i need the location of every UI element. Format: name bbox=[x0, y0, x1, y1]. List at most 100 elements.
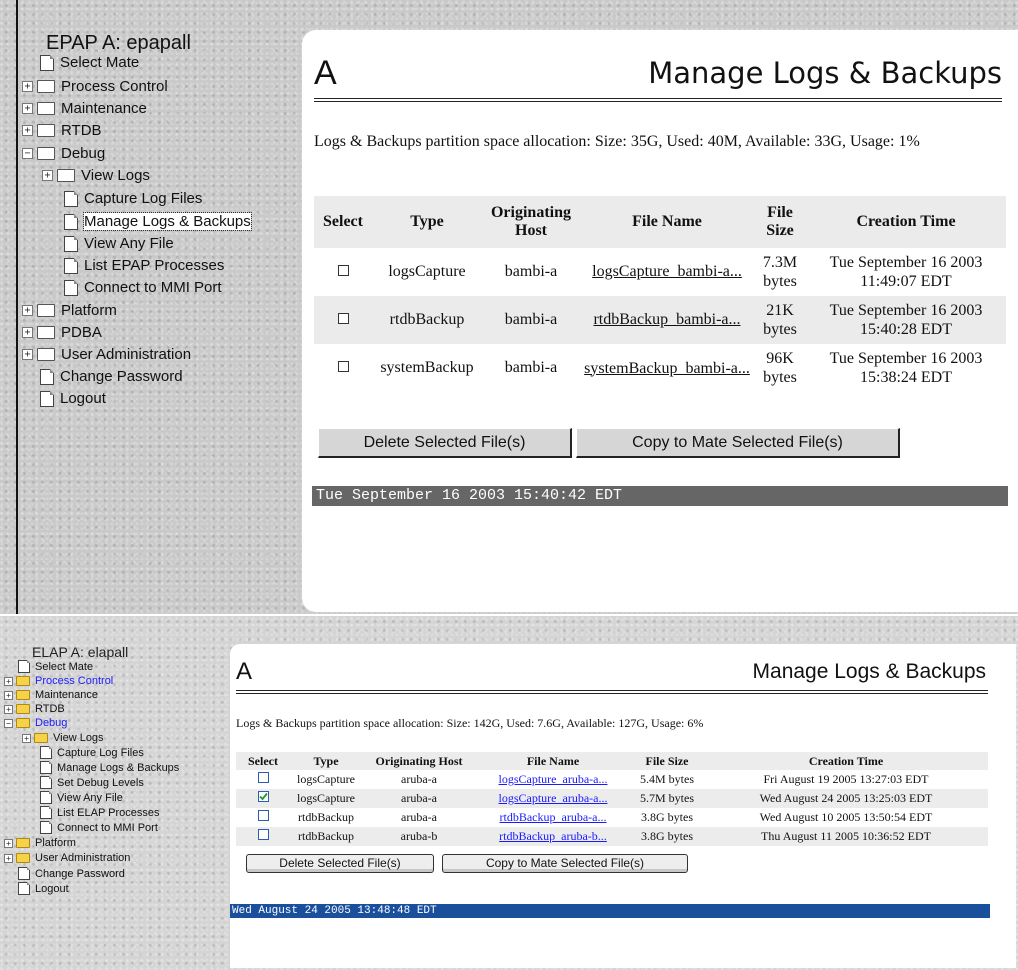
partition-info: Logs & Backups partition space allocatio… bbox=[236, 716, 704, 730]
epap-tree-title: EPAP A: epapall bbox=[46, 32, 191, 54]
delete-selected-button[interactable]: Delete Selected File(s) bbox=[318, 428, 572, 458]
cell-time: Wed August 10 2005 13:50:54 EDT bbox=[759, 810, 933, 824]
col-file-name: File Name bbox=[632, 213, 702, 230]
cell-host: bambi-a bbox=[504, 263, 558, 280]
file-link[interactable]: systemBackup_bambi-a... bbox=[580, 344, 754, 392]
folder-icon bbox=[16, 853, 30, 863]
tree-item-view-any-file[interactable]: View Any File bbox=[64, 235, 174, 252]
tree-item-change-password[interactable]: Change Password bbox=[18, 867, 125, 880]
document-icon bbox=[64, 213, 78, 230]
cell-time: Fri August 19 2005 13:27:03 EDT bbox=[763, 772, 929, 786]
tree-item-list-processes[interactable]: List EPAP Processes bbox=[64, 257, 224, 274]
tree-item-select-mate[interactable]: Select Mate bbox=[18, 660, 93, 673]
tree-item-debug[interactable]: − Debug bbox=[22, 145, 105, 162]
expand-icon[interactable]: + bbox=[4, 838, 13, 848]
select-checkbox[interactable] bbox=[337, 361, 349, 372]
expand-icon[interactable]: + bbox=[4, 704, 13, 714]
table-row: rtdbBackup bambi-a rtdbBackup_bambi-a...… bbox=[314, 296, 1006, 344]
expand-icon[interactable]: + bbox=[22, 327, 33, 338]
delete-selected-button[interactable]: Delete Selected File(s) bbox=[246, 854, 434, 873]
cell-type: logsCapture bbox=[297, 791, 355, 805]
tree-item-logout[interactable]: Logout bbox=[40, 390, 106, 407]
expand-icon[interactable]: + bbox=[22, 81, 33, 92]
table-row: logsCapture bambi-a logsCapture_bambi-a.… bbox=[314, 248, 1006, 296]
epap-content-card: A Manage Logs & Backups Logs & Backups p… bbox=[302, 30, 1018, 612]
tree-item-platform[interactable]: + Platform bbox=[22, 302, 117, 319]
select-checkbox[interactable] bbox=[337, 265, 349, 276]
expand-icon[interactable]: + bbox=[4, 853, 13, 863]
tree-item-platform[interactable]: + Platform bbox=[4, 837, 76, 849]
collapse-icon[interactable]: − bbox=[22, 148, 33, 159]
select-checkbox[interactable] bbox=[257, 772, 269, 783]
tree-item-capture-log-files[interactable]: Capture Log Files bbox=[40, 746, 144, 759]
document-icon bbox=[64, 235, 78, 252]
tree-item-logout[interactable]: Logout bbox=[18, 882, 69, 895]
tree-item-maintenance[interactable]: + Maintenance bbox=[22, 100, 147, 117]
tree-item-list-processes[interactable]: List ELAP Processes bbox=[40, 806, 160, 819]
file-link[interactable]: logsCapture_aruba-a... bbox=[476, 770, 630, 789]
tree-item-rtdb[interactable]: + RTDB bbox=[22, 122, 102, 139]
col-select: Select bbox=[248, 753, 278, 768]
table-header-row: Select Type Originating Host File Name F… bbox=[236, 752, 988, 770]
expand-icon[interactable]: + bbox=[22, 305, 33, 316]
col-creation-time: Creation Time bbox=[856, 213, 956, 230]
server-letter: A bbox=[314, 54, 337, 92]
tree-item-rtdb[interactable]: + RTDB bbox=[4, 703, 65, 715]
server-letter: A bbox=[236, 658, 253, 685]
tree-item-pdba[interactable]: + PDBA bbox=[22, 324, 102, 341]
file-link[interactable]: rtdbBackup_aruba-b... bbox=[476, 827, 630, 846]
folder-icon bbox=[37, 124, 55, 137]
tree-item-user-admin[interactable]: + User Administration bbox=[22, 346, 191, 363]
status-bar: Wed August 24 2005 13:48:48 EDT bbox=[230, 904, 990, 918]
cell-host: aruba-a bbox=[401, 772, 437, 786]
tree-item-change-password[interactable]: Change Password bbox=[40, 368, 183, 385]
partition-info: Logs & Backups partition space allocatio… bbox=[314, 133, 920, 150]
copy-to-mate-button[interactable]: Copy to Mate Selected File(s) bbox=[576, 428, 900, 458]
cell-time: Thu August 11 2005 10:36:52 EDT bbox=[761, 829, 931, 843]
tree-item-process-control[interactable]: + Process Control bbox=[4, 675, 113, 687]
select-checkbox-checked[interactable] bbox=[257, 791, 269, 802]
folder-icon bbox=[37, 304, 55, 317]
epap-screenshot: EPAP A: epapall Select Mate + Process Con… bbox=[0, 0, 1018, 614]
expand-icon[interactable]: + bbox=[4, 676, 13, 686]
file-link[interactable]: logsCapture_bambi-a... bbox=[580, 248, 754, 296]
file-link[interactable]: logsCapture_aruba-a... bbox=[476, 789, 630, 808]
file-link[interactable]: rtdbBackup_bambi-a... bbox=[580, 296, 754, 344]
open-folder-icon bbox=[37, 147, 55, 160]
document-icon bbox=[40, 761, 52, 774]
file-link[interactable]: rtdbBackup_aruba-a... bbox=[476, 808, 630, 827]
expand-icon[interactable]: + bbox=[22, 103, 33, 114]
tree-item-process-control[interactable]: + Process Control bbox=[22, 78, 168, 95]
expand-icon[interactable]: + bbox=[22, 125, 33, 136]
tree-item-user-admin[interactable]: + User Administration bbox=[4, 852, 130, 864]
tree-item-select-mate[interactable]: Select Mate bbox=[40, 54, 139, 71]
select-checkbox[interactable] bbox=[257, 810, 269, 821]
col-file-name: File Name bbox=[526, 753, 580, 768]
col-type: Type bbox=[313, 753, 339, 768]
tree-item-capture-log-files[interactable]: Capture Log Files bbox=[64, 190, 202, 207]
expand-icon[interactable]: + bbox=[22, 733, 31, 743]
select-checkbox[interactable] bbox=[337, 313, 349, 324]
folder-icon bbox=[37, 326, 55, 339]
tree-item-connect-mmi[interactable]: Connect to MMI Port bbox=[64, 279, 222, 296]
tree-item-debug[interactable]: − Debug bbox=[4, 717, 67, 729]
document-icon bbox=[40, 791, 52, 804]
expand-icon[interactable]: + bbox=[22, 349, 33, 360]
tree-item-manage-logs[interactable]: Manage Logs & Backups bbox=[40, 761, 179, 774]
files-table: Select Type Originating Host File Name F… bbox=[314, 196, 1006, 392]
expand-icon[interactable]: + bbox=[4, 690, 13, 700]
cell-time: Tue September 16 2003 11:49:07 EDT bbox=[829, 254, 983, 290]
tree-item-connect-mmi[interactable]: Connect to MMI Port bbox=[40, 821, 158, 834]
tree-item-view-logs[interactable]: + View Logs bbox=[22, 732, 104, 744]
tree-item-view-logs[interactable]: + View Logs bbox=[42, 167, 150, 184]
collapse-icon[interactable]: − bbox=[4, 718, 13, 728]
tree-item-manage-logs[interactable]: Manage Logs & Backups bbox=[64, 212, 252, 231]
tree-item-set-debug-levels[interactable]: Set Debug Levels bbox=[40, 776, 144, 789]
tree-item-view-any-file[interactable]: View Any File bbox=[40, 791, 123, 804]
select-checkbox[interactable] bbox=[257, 829, 269, 840]
copy-to-mate-button[interactable]: Copy to Mate Selected File(s) bbox=[442, 854, 688, 873]
open-folder-icon bbox=[16, 718, 30, 728]
tree-item-maintenance[interactable]: + Maintenance bbox=[4, 689, 98, 701]
folder-icon bbox=[37, 348, 55, 361]
expand-icon[interactable]: + bbox=[42, 170, 53, 181]
